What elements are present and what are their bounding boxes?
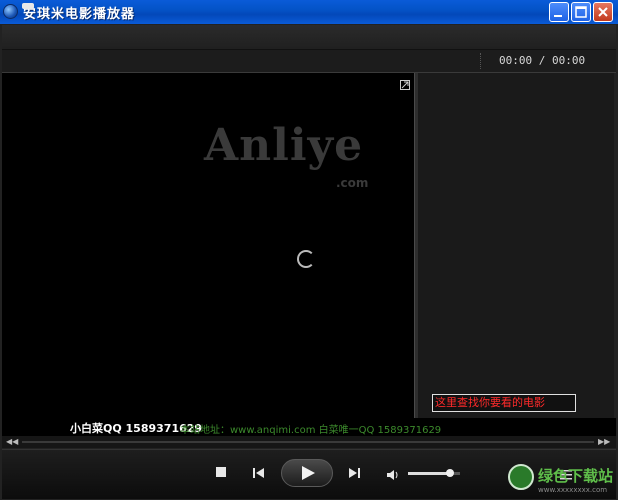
watermark-url: www.xxxxxxxx.com [538,486,608,494]
seek-thumb[interactable] [22,3,34,9]
watermark-text: 绿色下载站 [538,467,614,485]
volume-thumb[interactable] [445,469,454,477]
mute-button[interactable] [386,466,400,485]
next-button[interactable] [347,465,361,484]
app-logo-icon [3,4,18,19]
fullscreen-icon [401,81,409,89]
site-watermark: 绿色下载站 www.xxxxxxxx.com [508,462,618,500]
fullscreen-button[interactable] [400,80,410,90]
stop-button[interactable] [216,467,226,477]
maximize-icon [575,6,587,18]
watermark-logo-icon [508,464,534,490]
top-toolbar [2,25,616,50]
time-bar: 00:00 / 00:00 [2,50,616,73]
time-display: 00:00 / 00:00 [499,54,586,67]
side-panel [418,73,614,418]
close-icon [598,7,608,17]
maximize-button[interactable] [571,2,591,22]
seek-track[interactable] [22,441,594,443]
title-bar[interactable]: 安琪米电影播放器 [0,0,618,24]
minimize-icon [554,15,562,17]
movie-search-input[interactable]: 这里查找你要看的电影 [432,394,576,412]
seek-forward-icon[interactable]: ▶▶ [598,438,610,446]
watermark-logo-suffix: .com [336,176,369,190]
minimize-button[interactable] [549,2,569,22]
next-icon [349,468,360,478]
player-window: 安琪米电影播放器 00:00 / 00:00 Anliye .com 这里查找你… [0,0,618,500]
play-icon [302,466,315,480]
previous-icon [253,468,264,478]
window-title: 安琪米电影播放器 [23,7,136,22]
previous-button[interactable] [252,465,266,484]
loading-spinner-icon [297,250,315,268]
close-button[interactable] [593,2,613,22]
marquee-site-text: 本站地址：www.anqimi.com 白菜唯一QQ 1589371629 [180,425,442,436]
speaker-icon [387,470,398,480]
scrolling-marquee: 小白菜QQ 1589371629 本站地址：www.anqimi.com 白菜唯… [2,418,616,436]
seek-back-icon[interactable]: ◀◀ [6,438,18,446]
watermark-logo: Anliye [204,120,364,171]
time-separator [480,53,482,69]
play-button[interactable] [281,459,333,487]
seek-bar[interactable]: ◀◀ ▶▶ [2,436,616,448]
